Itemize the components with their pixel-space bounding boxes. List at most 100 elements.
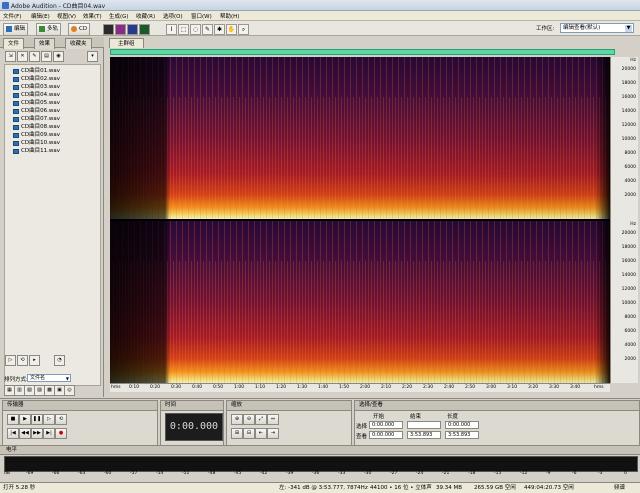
play-file-icon[interactable]: ▷ <box>5 355 16 366</box>
multitrack-icon <box>39 26 45 32</box>
time-label: 3:20 <box>528 385 539 390</box>
menu-view[interactable]: 视图(V) <box>57 12 76 20</box>
zoom-out-horizontal-icon[interactable]: ⊖ <box>243 414 255 425</box>
spectral-display-icon[interactable] <box>115 24 126 35</box>
freq-label: 16000 <box>621 95 636 100</box>
multitrack-view-button[interactable]: 多轨 <box>36 23 62 36</box>
loop-icon[interactable]: ⟲ <box>17 355 28 366</box>
panel-options-icon[interactable]: ▾ <box>87 51 98 62</box>
show-cd-icon[interactable]: ◎ <box>64 385 75 396</box>
zoom-out-full-icon[interactable]: ⤢ <box>255 414 267 425</box>
db-label: -48 <box>208 471 216 476</box>
list-item[interactable]: CD曲目11.wav <box>13 148 60 155</box>
list-item[interactable]: CD曲目07.wav <box>13 116 60 123</box>
pan-display-icon[interactable] <box>127 24 138 35</box>
sort-select[interactable]: 文件名 ▼ <box>27 374 71 382</box>
cd-view-button[interactable]: CD <box>68 23 91 36</box>
hz-unit-label: Hz <box>630 222 636 227</box>
record-icon[interactable]: ● <box>55 428 67 439</box>
freq-label: 8000 <box>624 151 636 156</box>
freq-label: 6000 <box>624 329 636 334</box>
spot-healing-tool-icon[interactable]: ✱ <box>214 24 225 35</box>
time-selection-tool-icon[interactable]: I <box>166 24 177 35</box>
insert-cd-icon[interactable]: ◉ <box>53 51 64 62</box>
play-icon[interactable]: ▶ <box>19 414 31 425</box>
list-item[interactable]: CD曲目01.wav <box>13 68 60 75</box>
zoom-out-vertical-icon[interactable]: ⊟ <box>243 428 255 439</box>
time-label: 3:40 <box>570 385 581 390</box>
fast-forward-icon[interactable]: ▶▶ <box>31 428 43 439</box>
tab-favorites[interactable]: 收藏夹 <box>65 38 92 49</box>
zoom-left-edge-icon[interactable]: ⇤ <box>255 428 267 439</box>
list-item[interactable]: CD曲目06.wav <box>13 108 60 115</box>
waveform-overview[interactable] <box>110 49 615 55</box>
view-end-field[interactable]: 3:53.893 <box>407 431 441 439</box>
list-item[interactable]: CD曲目08.wav <box>13 124 60 131</box>
volume-icon[interactable]: ◔ <box>54 355 65 366</box>
go-to-start-icon[interactable]: |◀ <box>7 428 19 439</box>
status-file-size: 39.34 MB <box>436 485 463 491</box>
menu-generate[interactable]: 生成(G) <box>109 12 129 20</box>
spectral-display[interactable] <box>110 57 610 383</box>
list-item[interactable]: CD曲目10.wav <box>13 140 60 147</box>
hand-tool-icon[interactable]: ✋ <box>226 24 237 35</box>
list-item[interactable]: CD曲目03.wav <box>13 84 60 91</box>
close-file-icon[interactable]: ✕ <box>17 51 28 62</box>
view-length-field[interactable]: 3:53.893 <box>445 431 479 439</box>
selection-length-field[interactable]: 0:00.000 <box>445 421 479 429</box>
db-label: -57 <box>130 471 138 476</box>
time-label: 3:30 <box>549 385 560 390</box>
zoom-tool-icon[interactable]: ⌕ <box>238 24 249 35</box>
tab-main-group[interactable]: 主群组 <box>109 38 144 48</box>
play-to-end-icon[interactable]: ▷ <box>43 414 55 425</box>
list-item[interactable]: CD曲目04.wav <box>13 92 60 99</box>
list-item[interactable]: CD曲目05.wav <box>13 100 60 107</box>
freq-label: 20000 <box>621 231 636 236</box>
zoom-right-edge-icon[interactable]: ⇥ <box>267 428 279 439</box>
auto-play-icon[interactable]: ▸ <box>29 355 40 366</box>
time-label: 1:40 <box>318 385 329 390</box>
freq-label: 8000 <box>624 315 636 320</box>
view-start-field[interactable]: 0:00.000 <box>369 431 403 439</box>
go-to-end-icon[interactable]: ▶| <box>43 428 55 439</box>
spectrogram-right-channel[interactable] <box>110 221 610 383</box>
spectrogram-left-channel[interactable] <box>110 57 610 219</box>
freq-label: 16000 <box>621 259 636 264</box>
tab-files[interactable]: 文件 <box>3 38 25 49</box>
edit-file-icon[interactable]: ✎ <box>29 51 40 62</box>
zoom-in-vertical-icon[interactable]: ⊞ <box>231 428 243 439</box>
insert-multitrack-icon[interactable]: ▤ <box>41 51 52 62</box>
brush-tool-icon[interactable]: ✎ <box>202 24 213 35</box>
menu-effects[interactable]: 效果(T) <box>83 12 102 20</box>
zoom-in-horizontal-icon[interactable]: ⊕ <box>231 414 243 425</box>
list-item[interactable]: CD曲目02.wav <box>13 76 60 83</box>
selection-start-field[interactable]: 0:00.000 <box>369 421 403 429</box>
menu-file[interactable]: 文件(F) <box>3 12 21 20</box>
selection-end-field[interactable] <box>407 421 441 429</box>
menu-options[interactable]: 选项(O) <box>163 12 183 20</box>
lasso-tool-icon[interactable]: ◌ <box>190 24 201 35</box>
stop-icon[interactable]: ■ <box>7 414 19 425</box>
menu-help[interactable]: 帮助(H) <box>220 12 239 20</box>
tab-effects[interactable]: 效果 <box>34 38 56 49</box>
marquee-tool-icon[interactable]: ⬚ <box>178 24 189 35</box>
menu-window[interactable]: 窗口(W) <box>191 12 212 20</box>
pause-icon[interactable]: ❚❚ <box>31 414 43 425</box>
waveform-icon <box>6 26 12 32</box>
workspace-select[interactable]: 编辑查看(默认) ▼ <box>560 23 634 33</box>
bottom-panels: 传输器 ■ ▶ ❚❚ ▷ ⟲ |◀ ◀◀ ▶▶ ▶| ● 时间 0:00.000… <box>0 398 640 446</box>
zoom-panel: 缩放 ⊕ ⊖ ⤢ ⇔ ⊞ ⊟ ⇤ ⇥ <box>226 400 352 446</box>
loop-play-icon[interactable]: ⟲ <box>55 414 67 425</box>
menu-favorites[interactable]: 收藏(R) <box>136 12 155 20</box>
phase-display-icon[interactable] <box>139 24 150 35</box>
list-item[interactable]: CD曲目09.wav <box>13 132 60 139</box>
frequency-axis: Hz 20000 18000 16000 14000 12000 10000 8… <box>610 57 638 383</box>
menu-edit[interactable]: 编辑(E) <box>31 12 50 20</box>
rewind-icon[interactable]: ◀◀ <box>19 428 31 439</box>
waveform-display-icon[interactable] <box>103 24 114 35</box>
time-label: 2:00 <box>360 385 371 390</box>
time-title: 时间 <box>161 401 223 411</box>
import-file-icon[interactable]: ⇲ <box>5 51 16 62</box>
edit-view-button[interactable]: 编辑 <box>3 23 29 36</box>
zoom-selection-icon[interactable]: ⇔ <box>267 414 279 425</box>
